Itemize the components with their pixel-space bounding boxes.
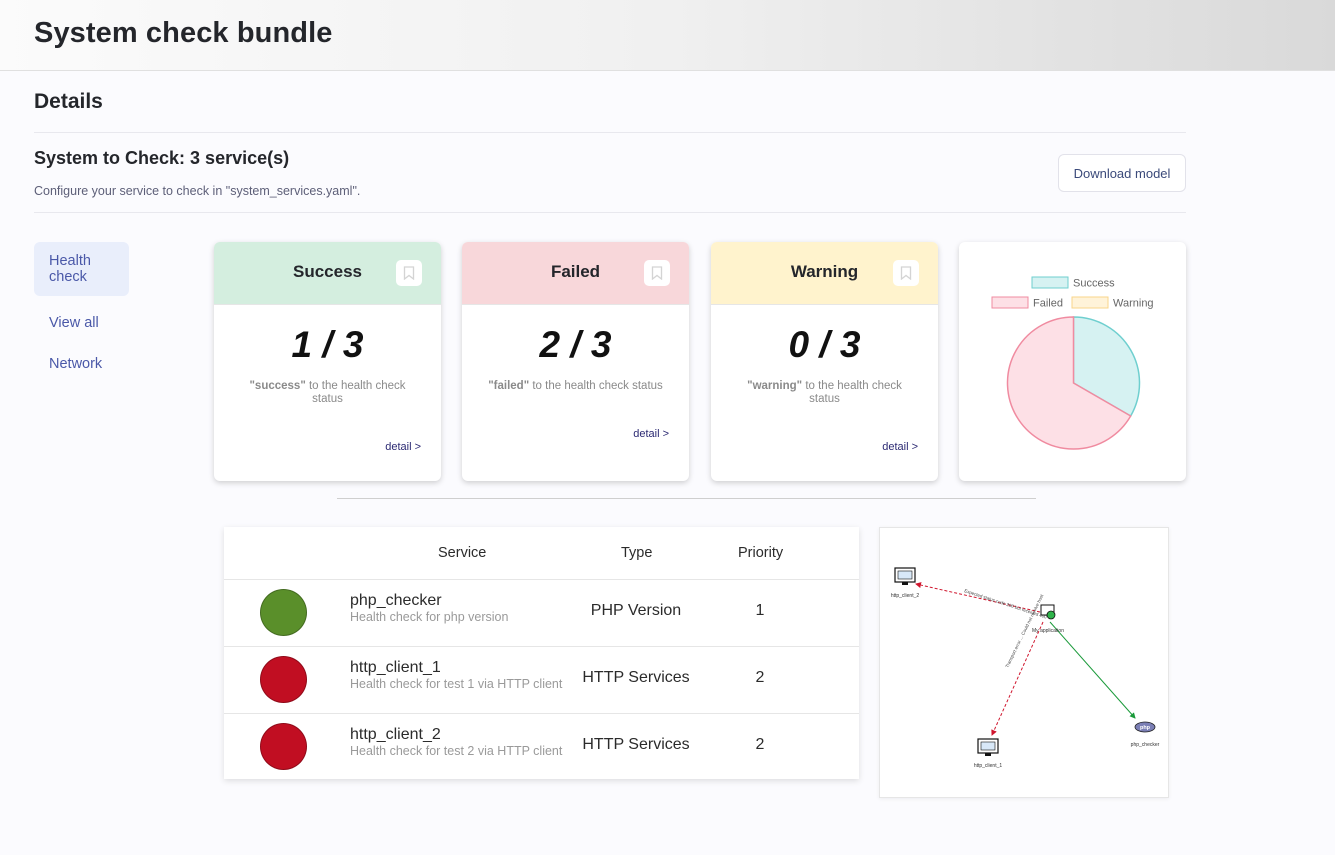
card-description: "success" to the health check status: [240, 380, 415, 406]
table-row[interactable]: http_client_2 Health check for test 2 vi…: [224, 713, 859, 780]
service-type: HTTP Services: [582, 736, 690, 753]
legend-label-failed: Failed: [1033, 298, 1063, 310]
card-value: 0 / 3: [788, 324, 861, 365]
app-title: System check bundle: [34, 17, 333, 49]
card-header: Success: [214, 242, 441, 305]
divider: [34, 212, 1186, 213]
card-header: Warning: [711, 242, 938, 305]
card-desc-text: to the health check status: [305, 380, 406, 405]
service-description: Health check for test 2 via HTTP client: [350, 744, 563, 758]
monitor-icon[interactable]: http_client_2: [891, 567, 920, 599]
side-nav: Health check View all Network: [34, 242, 129, 378]
details-heading: Details: [34, 90, 103, 113]
status-pie-chart-card: Success Failed Warning: [959, 242, 1186, 481]
system-title: System to Check: 3 service(s): [34, 148, 290, 168]
node-label: My application: [1032, 628, 1064, 634]
card-desc-text: to the health check status: [802, 380, 902, 405]
node-label: http_client_1: [974, 763, 1003, 769]
status-indicator: [260, 589, 307, 636]
card-description: "failed" to the health check status: [488, 380, 663, 393]
php-icon[interactable]: php php_checker: [1131, 721, 1160, 748]
network-graph: Expected status code 200 but received 40…: [891, 567, 1160, 769]
legend-swatch-warning[interactable]: [1071, 296, 1109, 309]
node-label: php_checker: [1131, 742, 1160, 748]
header-bar: System check bundle: [0, 0, 1335, 71]
system-subtitle: Configure your service to check in "syst…: [34, 184, 361, 198]
card-keyword: "success": [249, 380, 306, 392]
service-description: Health check for test 1 via HTTP client: [350, 677, 563, 691]
card-keyword: "warning": [747, 380, 803, 392]
card-value: 2 / 3: [539, 324, 612, 365]
status-indicator: [260, 656, 307, 703]
card-keyword: "failed": [488, 380, 530, 392]
service-name: php_checker: [350, 592, 442, 609]
detail-link[interactable]: detail >: [882, 441, 918, 453]
bookmark-icon[interactable]: [893, 260, 919, 286]
nav-item-health-check[interactable]: Health check: [34, 242, 129, 296]
service-priority: 1: [755, 602, 765, 619]
service-type: PHP Version: [590, 602, 682, 619]
detail-link[interactable]: detail >: [385, 441, 421, 453]
nav-item-network[interactable]: Network: [34, 351, 129, 378]
service-type: HTTP Services: [582, 669, 690, 686]
card-desc-text: to the health check status: [529, 380, 663, 392]
card-value: 1 / 3: [291, 324, 364, 365]
divider: [337, 498, 1036, 499]
monitor-icon[interactable]: http_client_1: [974, 738, 1003, 769]
pie-chart: Success Failed Warning: [991, 276, 1154, 450]
table-row[interactable]: http_client_1 Health check for test 1 vi…: [224, 646, 859, 713]
bookmark-icon[interactable]: [644, 260, 670, 286]
edge-to-php-checker: [1049, 621, 1136, 719]
legend-swatch-failed[interactable]: [991, 296, 1029, 309]
table-row[interactable]: php_checker Health check for php version…: [224, 579, 859, 646]
status-indicator: [260, 723, 307, 770]
nav-item-view-all[interactable]: View all: [34, 310, 129, 337]
header-type: Type: [621, 545, 653, 561]
download-model-button[interactable]: Download model: [1058, 154, 1186, 192]
legend-swatch-success[interactable]: [1031, 276, 1069, 289]
card-description: "warning" to the health check status: [737, 380, 912, 406]
failed-card: Failed 2 / 3 "failed" to the health chec…: [462, 242, 689, 481]
service-name: http_client_1: [350, 659, 441, 676]
service-priority: 2: [755, 669, 765, 686]
service-priority: 2: [755, 736, 765, 753]
node-label: http_client_2: [891, 593, 920, 599]
divider: [34, 132, 1186, 133]
service-name: http_client_2: [350, 726, 441, 743]
php-logo-text: php: [1140, 725, 1151, 731]
bookmark-icon[interactable]: [396, 260, 422, 286]
card-header: Failed: [462, 242, 689, 305]
header-service: Service: [438, 545, 487, 561]
legend-label-warning: Warning: [1113, 298, 1154, 310]
service-description: Health check for php version: [350, 610, 509, 624]
legend-label-success: Success: [1073, 278, 1115, 290]
header-priority: Priority: [738, 545, 784, 561]
success-card: Success 1 / 3 "success" to the health ch…: [214, 242, 441, 481]
network-graph-card: Expected status code 200 but received 40…: [879, 527, 1169, 798]
detail-link[interactable]: detail >: [633, 428, 669, 440]
services-table: Service Type Priority php_checker Health…: [224, 527, 859, 779]
warning-card: Warning 0 / 3 "warning" to the health ch…: [711, 242, 938, 481]
